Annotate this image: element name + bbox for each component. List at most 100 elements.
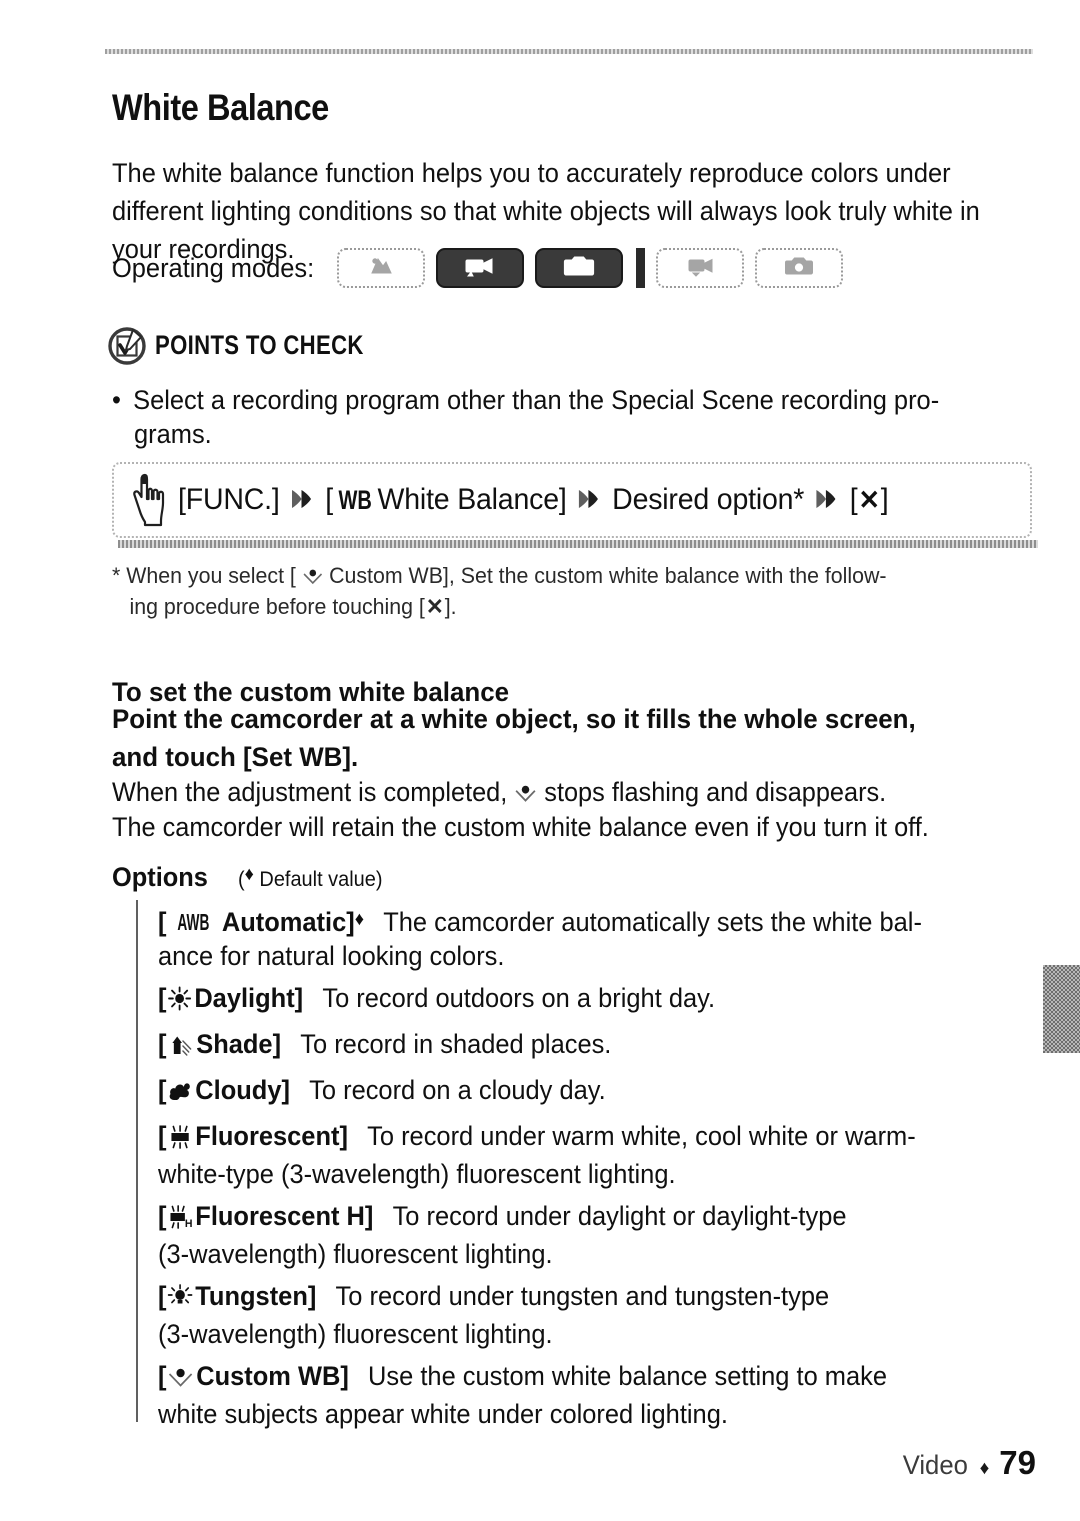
- default-note-open: (: [238, 868, 245, 891]
- chapter-thumb-tab: [1043, 965, 1080, 1053]
- points-to-check-title: POINTS TO CHECK: [155, 329, 364, 360]
- custom-wb-after-text: When the adjustment is completed, stops …: [112, 775, 1005, 845]
- footnote-marker: *: [112, 563, 121, 588]
- wb-tag-icon: WB: [338, 484, 372, 515]
- close-icon[interactable]: ✕: [858, 485, 881, 516]
- footnote-line2-a: ing procedure before touching [: [129, 594, 425, 619]
- playback-photo-icon: [783, 254, 815, 283]
- option-name-fluorescent: [ Fluorescent]: [158, 1121, 348, 1151]
- option-label: Shade]: [196, 1029, 282, 1059]
- procedure-step-wb-open: [: [325, 483, 333, 516]
- mode-box-auto: [336, 248, 425, 288]
- procedure-steps: [FUNC.] [WB White Balance] Desired option…: [178, 483, 889, 518]
- footnote: * When you select [ Custom WB], Set the …: [112, 560, 1009, 622]
- bullet-text-line1: Select a recording program other than th…: [133, 385, 940, 415]
- option-name-fluorescent-h: [ H Fluorescent H]: [158, 1201, 373, 1231]
- points-to-check-bullet: • Select a recording program other than t…: [112, 382, 1000, 419]
- option-name-tungsten: [ Tungsten]: [158, 1281, 316, 1311]
- mode-box-movie-playback: [655, 248, 744, 288]
- option-name-custom-wb: [ Custom WB]: [158, 1361, 349, 1391]
- option-bracket-open: [: [158, 1121, 167, 1151]
- default-diamond-icon: ♦: [244, 864, 254, 885]
- check-pencil-badge-icon: [108, 324, 148, 366]
- cloud-icon: [167, 1077, 192, 1111]
- double-chevron-right-icon: [815, 484, 840, 518]
- custom-wb-after-line2: The camcorder will retain the custom whi…: [112, 812, 929, 842]
- page-footer: Video ♦ 79: [901, 1444, 1036, 1482]
- operating-modes-label: Operating modes:: [112, 252, 315, 283]
- photo-camera-icon: [563, 254, 595, 283]
- double-chevron-right-icon: [290, 484, 315, 518]
- points-to-check-header: POINTS TO CHECK: [108, 324, 410, 366]
- footnote-line1-b: Custom WB], Set the custom white balance…: [329, 563, 887, 588]
- custom-wb-lead: Point the camcorder at a white object, s…: [112, 700, 1005, 776]
- option-item-custom-wb[interactable]: [ Custom WB] Use the custom white balance…: [158, 1359, 1003, 1431]
- mode-box-photo-record: [534, 248, 623, 288]
- double-chevron-right-icon: [577, 484, 602, 518]
- default-diamond-icon: ♦: [354, 909, 365, 930]
- auto-mode-icon: [366, 254, 396, 283]
- footnote-line2-b: ].: [444, 594, 457, 619]
- option-bracket-open: [: [158, 1281, 167, 1311]
- option-bracket-open: [: [158, 1029, 167, 1059]
- option-desc-line2: white subjects appear white under colore…: [158, 1399, 728, 1429]
- procedure-step-desired-option[interactable]: Desired option*: [612, 483, 804, 517]
- option-desc-line1: The camcorder automatically sets the whi…: [383, 907, 922, 937]
- custom-wb-lead-line2: and touch [Set WB].: [112, 742, 359, 772]
- option-desc-line1: Use the custom white balance setting to …: [368, 1361, 888, 1391]
- custom-wb-icon: [296, 563, 329, 588]
- procedure-bar[interactable]: [FUNC.] [WB White Balance] Desired option…: [112, 462, 1032, 538]
- page-title: White Balance: [112, 86, 329, 128]
- footer-diamond-icon: ♦: [979, 1458, 990, 1479]
- awb-icon: AWB: [177, 909, 210, 935]
- option-bracket-open: [: [158, 907, 167, 937]
- bullet-text-line2: grams.: [134, 419, 212, 449]
- fluorescent-icon: [167, 1123, 192, 1157]
- option-label: Fluorescent H]: [195, 1201, 374, 1231]
- option-desc-line1: To record outdoors on a bright day.: [322, 983, 716, 1013]
- mode-divider: [635, 248, 645, 288]
- option-label: Fluorescent]: [195, 1121, 348, 1151]
- option-item-daylight[interactable]: [ Daylight]To record outdoors on a brig: [158, 981, 1003, 1019]
- options-default-note: (♦ Default value): [238, 864, 383, 892]
- procedure-step-wb-label[interactable]: White Balance]: [378, 483, 567, 517]
- custom-wb-after-a: When the adjustment is completed,: [112, 777, 508, 807]
- pointing-hand-icon: [130, 471, 168, 529]
- custom-wb-icon: [514, 777, 544, 807]
- option-item-tungsten[interactable]: [ Tungsten] To record under tungsten and …: [158, 1279, 1003, 1351]
- procedure-bar-shadow: [118, 540, 1038, 548]
- option-item-fluorescent[interactable]: [ Fluorescent] To record under warm white…: [158, 1119, 1003, 1191]
- default-note-text: Default value): [259, 868, 383, 891]
- manual-page: White Balance The white balance function…: [0, 0, 1080, 1521]
- movie-camera-icon: [463, 255, 497, 282]
- sun-daylight-icon: [167, 985, 191, 1019]
- option-name-daylight: [ Daylight]: [158, 983, 303, 1013]
- mode-box-movie-record: [435, 248, 524, 288]
- option-name-shade: [ Shade]: [158, 1029, 281, 1059]
- footer-section-label: Video: [902, 1450, 968, 1480]
- option-desc-line2: ance for natural looking colors.: [158, 941, 505, 971]
- mode-box-photo-playback: [754, 248, 843, 288]
- fluorescent-h-icon: H: [167, 1203, 193, 1237]
- custom-wb-lead-line1: Point the camcorder at a white object, s…: [112, 704, 916, 734]
- options-left-rule: [136, 900, 138, 1422]
- shade-icon: [167, 1031, 193, 1065]
- option-desc-line1: To record in shaded places.: [300, 1029, 612, 1059]
- option-item-cloudy[interactable]: [ Cloudy] To record on a cloudy day.: [158, 1073, 1003, 1111]
- option-desc-line2: white-type (3-wavelength) fluorescent li…: [158, 1159, 676, 1189]
- footnote-line1-a: When you select [: [126, 563, 296, 588]
- procedure-step-func[interactable]: [FUNC.]: [178, 483, 280, 517]
- option-desc-line2: (3-wavelength) fluorescent lighting.: [158, 1239, 553, 1269]
- option-item-fluorescent-h[interactable]: [ H Fluorescent H] To record under daylig…: [158, 1199, 1003, 1271]
- option-desc-line1: To record under warm white, cool white o…: [367, 1121, 916, 1151]
- custom-wb-after-b: stops flashing and disappears.: [544, 777, 887, 807]
- option-label: Automatic]: [221, 907, 355, 937]
- procedure-step-close-open: [: [849, 483, 858, 516]
- option-item-shade[interactable]: [ Shade] To record in shaded places.: [158, 1027, 1003, 1065]
- option-item-automatic[interactable]: [ AWB Automatic]♦ The camcorder automatical…: [158, 903, 1003, 973]
- custom-wb-icon: [167, 1363, 193, 1397]
- option-bracket-open: [: [158, 983, 167, 1013]
- page-number: 79: [999, 1444, 1036, 1481]
- bullet-marker: •: [112, 385, 121, 415]
- options-header: Options (♦ Default value): [112, 862, 390, 893]
